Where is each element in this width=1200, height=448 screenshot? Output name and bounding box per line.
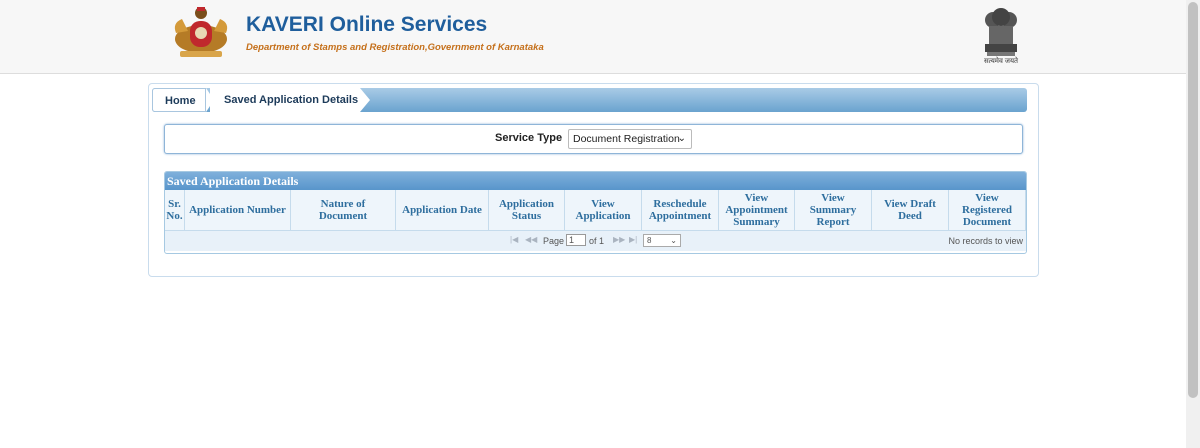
- column-header-view-application[interactable]: View Application: [565, 190, 642, 230]
- column-header-sr-no[interactable]: Sr. No.: [165, 190, 185, 230]
- last-page-icon[interactable]: ▶|: [629, 235, 637, 244]
- next-page-icon[interactable]: ▶▶: [613, 235, 625, 244]
- app-subtitle: Department of Stamps and Registration,Go…: [246, 42, 544, 53]
- page-size-select[interactable]: 8 ⌄: [643, 234, 681, 247]
- breadcrumb: Home Saved Application Details: [152, 88, 1027, 112]
- site-header: KAVERI Online Services Department of Sta…: [0, 0, 1186, 74]
- page-size-value: 8: [647, 236, 652, 245]
- service-type-box: Service Type Document Registration ⌄: [164, 124, 1023, 154]
- karnataka-emblem-logo: [174, 7, 228, 57]
- grid-header-row: Sr. No. Application Number Nature of Doc…: [165, 190, 1026, 231]
- first-page-icon[interactable]: |◀: [510, 235, 518, 244]
- page-count-label: of 1: [589, 236, 605, 246]
- column-header-view-registered-document[interactable]: View Registered Document: [949, 190, 1026, 230]
- chevron-down-icon: ⌄: [670, 236, 677, 245]
- scrollbar-thumb[interactable]: [1188, 2, 1198, 398]
- column-header-view-draft-deed[interactable]: View Draft Deed: [872, 190, 949, 230]
- emblem-caption: सत्यमेव जयते: [983, 58, 1019, 65]
- app-title: KAVERI Online Services: [246, 13, 488, 36]
- column-header-application-status[interactable]: Application Status: [489, 190, 565, 230]
- prev-page-icon[interactable]: ◀◀: [525, 235, 537, 244]
- service-type-label: Service Type: [495, 132, 563, 144]
- column-header-view-appointment-summary[interactable]: View Appointment Summary: [719, 190, 795, 230]
- service-type-value: Document Registration: [573, 133, 680, 145]
- grid-pager: |◀ ◀◀ Page 1 of 1 ▶▶ ▶| 8 ⌄ No records t…: [165, 231, 1026, 251]
- column-header-reschedule-appointment[interactable]: Reschedule Appointment: [642, 190, 719, 230]
- column-header-application-number[interactable]: Application Number: [185, 190, 291, 230]
- page-number-input[interactable]: 1: [566, 234, 586, 246]
- breadcrumb-home-link[interactable]: Home: [152, 88, 206, 112]
- service-type-select[interactable]: Document Registration ⌄: [568, 129, 692, 149]
- page-label: Page: [543, 236, 565, 246]
- column-header-view-summary-report[interactable]: View Summary Report: [795, 190, 872, 230]
- breadcrumb-arrow: [360, 88, 370, 112]
- column-header-application-date[interactable]: Application Date: [396, 190, 489, 230]
- saved-applications-grid: Saved Application Details Sr. No. Applic…: [164, 171, 1027, 254]
- column-header-nature-of-document[interactable]: Nature of Document: [291, 190, 396, 230]
- breadcrumb-current: Saved Application Details: [210, 88, 360, 112]
- records-status: No records to view: [948, 236, 1023, 246]
- chevron-down-icon: ⌄: [677, 133, 686, 144]
- page-scrollbar[interactable]: [1186, 0, 1200, 448]
- main-panel: Home Saved Application Details Service T…: [148, 83, 1039, 277]
- grid-caption: Saved Application Details: [165, 172, 1026, 190]
